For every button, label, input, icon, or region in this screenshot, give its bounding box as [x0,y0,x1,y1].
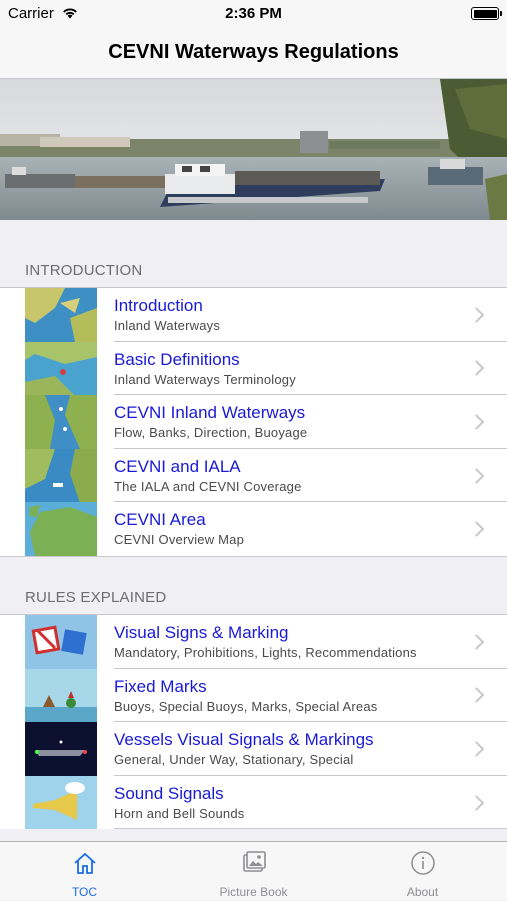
tab-about[interactable]: About [338,842,507,901]
item-title: CEVNI and IALA [114,456,241,476]
item-subtitle: Horn and Bell Sounds [114,805,245,821]
chevron-right-icon [468,794,485,811]
item-title: Sound Signals [114,783,224,803]
list-item-vessels-visual-signals[interactable]: Vessels Visual Signals & Markings Genera… [0,722,507,776]
chevron-right-icon [468,687,485,704]
hero-photo-barges [0,79,507,220]
chevron-right-icon [468,467,485,484]
vessel-lights-icon [25,722,97,776]
list-item-sound-signals[interactable]: Sound Signals Horn and Bell Sounds [0,775,507,830]
tab-label: About [406,885,439,899]
europe-map-icon [25,502,97,556]
battery-icon [471,7,502,20]
clock: 2:36 PM [225,5,282,22]
map-thumbnail-icon [25,448,97,503]
chevron-right-icon [468,360,485,377]
tab-bar: TOC Picture Book About [0,841,507,900]
map-thumbnail-icon [25,341,97,396]
tab-toc[interactable]: TOC [0,842,169,901]
navigation-bar: CEVNI Waterways Regulations [0,28,507,79]
item-subtitle: Mandatory, Prohibitions, Lights, Recomme… [114,645,417,660]
chevron-right-icon [468,741,485,757]
rules-list: Visual Signs & Marking Mandatory, Prohib… [0,614,507,830]
horn-icon [25,775,97,830]
list-item-cevni-and-iala[interactable]: CEVNI and IALA The IALA and CEVNI Covera… [0,448,507,503]
item-title: Fixed Marks [114,676,207,696]
chevron-right-icon [468,307,485,323]
item-title: CEVNI Inland Waterways [114,403,306,423]
chevron-right-icon [468,414,485,430]
introduction-list: Introduction Inland Waterways Basic Defi… [0,287,507,557]
item-subtitle: Inland Waterways [114,318,221,333]
status-bar: Carrier 2:36 PM [0,0,507,28]
tab-label: Picture Book [219,885,288,899]
item-title: Vessels Visual Signals & Markings [114,730,374,750]
item-title: Introduction [114,296,203,315]
item-subtitle: General, Under Way, Stationary, Special [114,752,354,768]
list-item-cevni-area[interactable]: CEVNI Area CEVNI Overview Map [0,502,507,556]
item-title: Visual Signs & Marking [114,623,289,642]
item-subtitle: CEVNI Overview Map [114,532,245,548]
section-header-rules-explained: RULES EXPLAINED [25,589,167,606]
chevron-right-icon [468,521,485,537]
item-subtitle: The IALA and CEVNI Coverage [114,478,302,494]
home-icon [72,850,98,876]
map-thumbnail-icon [25,395,97,449]
buoys-icon [25,668,97,723]
map-thumbnail-icon [25,288,97,342]
tab-label: TOC [71,885,98,899]
list-item-fixed-marks[interactable]: Fixed Marks Buoys, Special Buoys, Marks,… [0,668,507,723]
picture-book-icon [241,850,267,876]
item-subtitle: Inland Waterways Terminology [114,371,296,387]
item-subtitle: Buoys, Special Buoys, Marks, Special Are… [114,698,378,714]
list-item-cevni-inland-waterways[interactable]: CEVNI Inland Waterways Flow, Banks, Dire… [0,395,507,449]
tab-picture-book[interactable]: Picture Book [169,842,338,901]
page-title: CEVNI Waterways Regulations [108,41,399,63]
item-title: Basic Definitions [114,349,240,369]
chevron-right-icon [468,634,485,650]
list-item-basic-definitions[interactable]: Basic Definitions Inland Waterways Termi… [0,341,507,396]
item-subtitle: Flow, Banks, Direction, Buoyage [114,425,308,441]
item-title: CEVNI Area [114,510,206,530]
signs-icon [25,615,97,669]
list-item-visual-signs-marking[interactable]: Visual Signs & Marking Mandatory, Prohib… [0,615,507,669]
list-item-introduction[interactable]: Introduction Inland Waterways [0,288,507,342]
info-icon [410,850,436,876]
section-header-introduction: INTRODUCTION [25,262,143,279]
row-divider [114,828,507,830]
